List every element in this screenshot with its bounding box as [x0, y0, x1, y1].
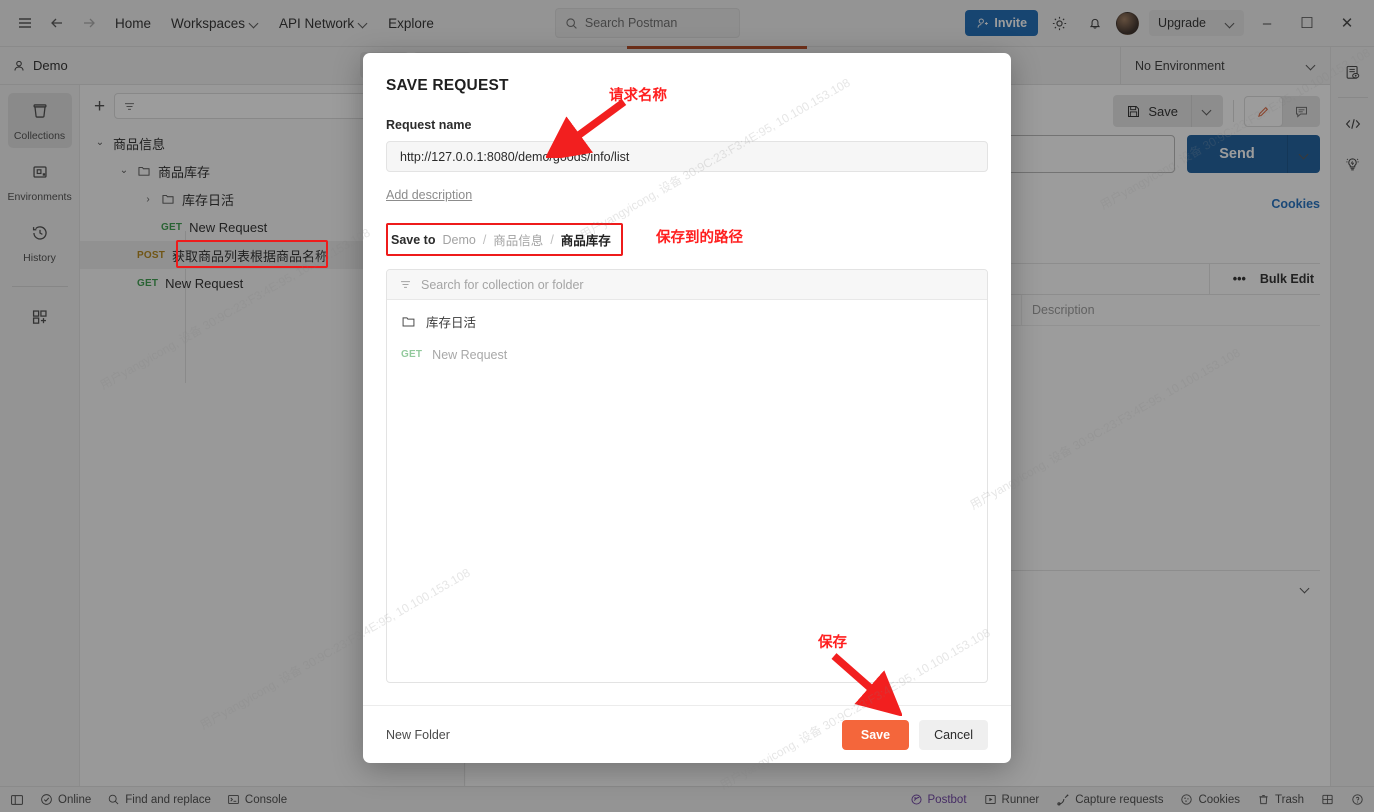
list-item[interactable]: 库存日活 — [387, 305, 987, 338]
annotation-arrow-save — [831, 653, 902, 716]
breadcrumb-separator: / — [482, 232, 487, 247]
list-item[interactable]: GET New Request — [387, 338, 987, 371]
breadcrumb-item-1[interactable]: 商品信息 — [493, 230, 543, 249]
filter-icon — [401, 281, 410, 288]
breadcrumb-separator: / — [550, 232, 554, 247]
breadcrumb-item-0[interactable]: Demo — [442, 233, 475, 247]
folder-picker-search-input[interactable]: Search for collection or folder — [387, 270, 987, 300]
save-to-breadcrumb: Save to Demo / 商品信息 / 商品库存 — [386, 223, 623, 256]
save-to-label: Save to — [391, 232, 436, 247]
list-item-label: New Request — [432, 347, 508, 362]
save-button[interactable]: Save — [841, 719, 910, 750]
request-method-badge: GET — [401, 349, 423, 360]
folder-picker-list: 库存日活 GET New Request — [387, 300, 987, 371]
folder-picker-search-placeholder: Search for collection or folder — [421, 277, 584, 292]
request-name-input[interactable]: http://127.0.0.1:8080/demo/goods/info/li… — [386, 141, 988, 172]
list-item-label: 库存日活 — [426, 316, 477, 330]
cancel-button[interactable]: Cancel — [919, 719, 988, 750]
page-title: SAVE REQUEST — [386, 77, 509, 94]
request-name-label: Request name — [386, 118, 472, 132]
save-request-modal-body: SAVE REQUEST Request name http://127.0.0… — [363, 53, 1011, 705]
folder-picker: Search for collection or folder 库存日活 GET… — [386, 269, 988, 683]
save-request-modal-footer: New Folder Save Cancel — [363, 705, 1011, 763]
postman-app-window: Home Workspaces API Network Explore Sear… — [0, 0, 1374, 812]
highlight-box-folder — [176, 240, 328, 268]
breadcrumb-item-2[interactable]: 商品库存 — [561, 230, 611, 249]
new-folder-button[interactable]: New Folder — [386, 728, 450, 742]
annotation-save-path: 保存到的路径 — [656, 230, 743, 246]
folder-icon — [402, 317, 415, 327]
annotation-save-action: 保存 — [818, 635, 847, 651]
annotation-arrow-request-name — [546, 98, 627, 158]
add-description-link[interactable]: Add description — [386, 188, 472, 202]
save-request-modal: SAVE REQUEST Request name http://127.0.0… — [363, 53, 1011, 763]
